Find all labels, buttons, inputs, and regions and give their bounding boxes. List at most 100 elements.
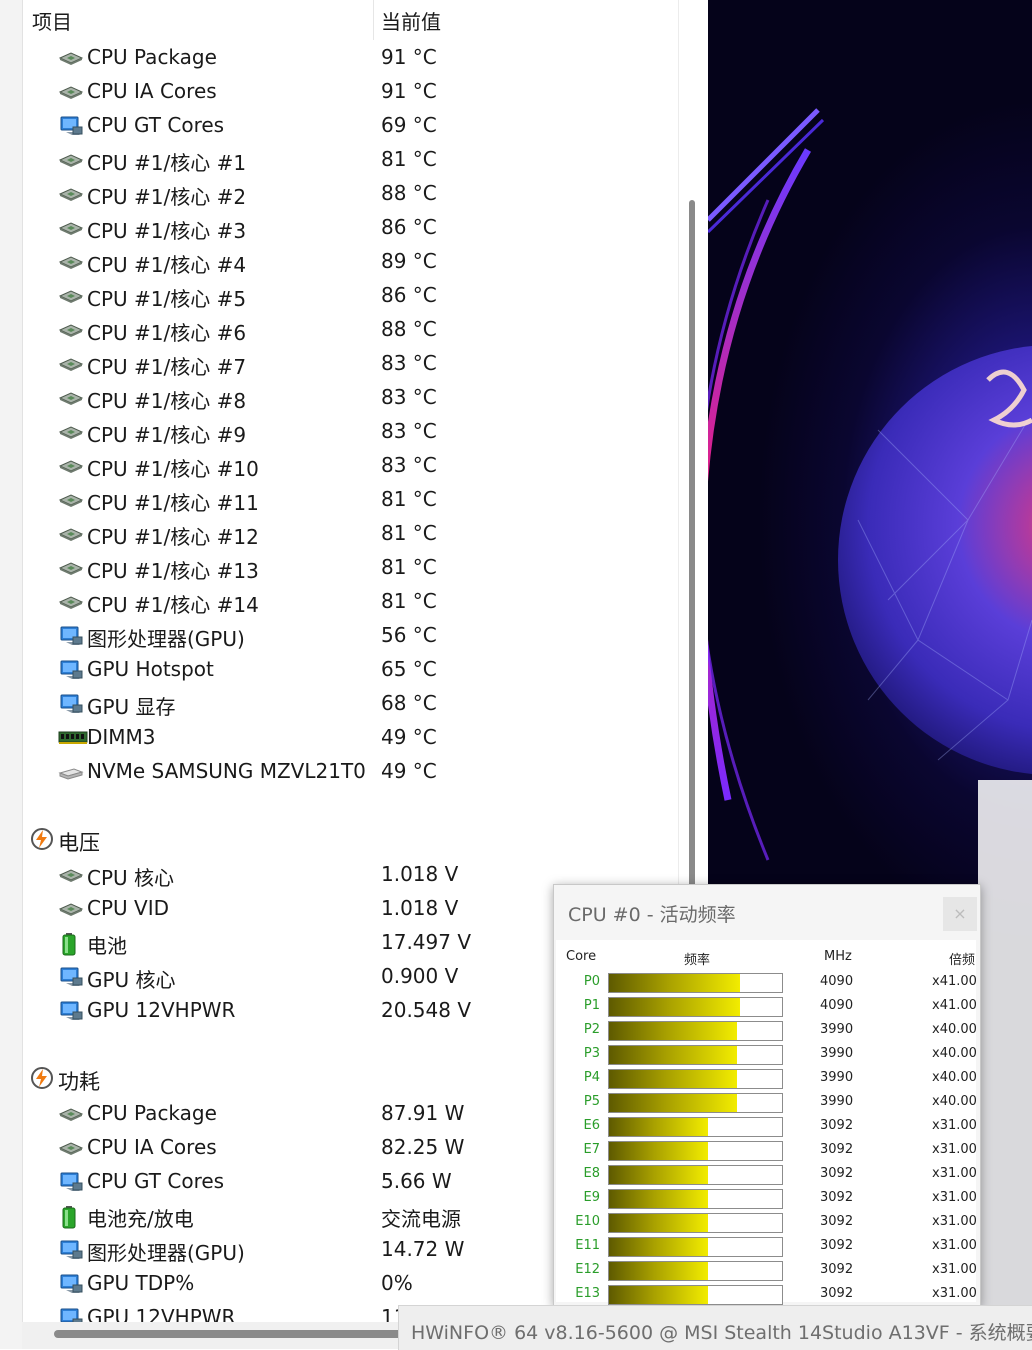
frequency-bar xyxy=(608,997,783,1017)
core-id: P2 xyxy=(583,1022,600,1037)
sensor-row[interactable]: CPU #1/核心 #14 81 °C xyxy=(22,584,678,618)
sensor-value: 20.548 V xyxy=(381,998,472,1022)
sensor-name: 电池 xyxy=(87,934,127,958)
cpu-chip-icon xyxy=(58,864,84,886)
section-header[interactable]: 电压 xyxy=(22,822,678,856)
core-id: P3 xyxy=(583,1046,600,1061)
sensor-row[interactable]: CPU Package 91 °C xyxy=(22,40,678,74)
column-header-value[interactable]: 当前值 xyxy=(381,6,441,35)
core-row: E12 3092 x31.00 xyxy=(556,1259,977,1283)
sensor-row[interactable]: 图形处理器(GPU) 56 °C xyxy=(22,618,678,652)
cpu-chip-icon xyxy=(58,1137,84,1159)
core-id: P4 xyxy=(583,1070,600,1085)
sensor-row[interactable]: NVMe SAMSUNG MZVL21T0 49 °C xyxy=(22,754,678,788)
sensor-name: CPU #1/核心 #7 xyxy=(87,355,247,379)
monitor-icon xyxy=(58,1000,84,1022)
sensor-row[interactable]: CPU #1/核心 #2 88 °C xyxy=(22,176,678,210)
sensor-value: 91 °C xyxy=(381,79,437,103)
sensor-row[interactable]: CPU #1/核心 #12 81 °C xyxy=(22,516,678,550)
sensor-name: CPU Package xyxy=(87,45,217,69)
sensor-name: CPU VID xyxy=(87,896,170,920)
column-header-item[interactable]: 项目 xyxy=(32,6,72,35)
sensor-name: 图形处理器(GPU) xyxy=(87,627,245,651)
core-row: P3 3990 x40.00 xyxy=(556,1043,977,1067)
monitor-icon xyxy=(58,115,84,137)
sensor-value: 17.497 V xyxy=(381,930,472,954)
sensor-row[interactable]: CPU #1/核心 #5 86 °C xyxy=(22,278,678,312)
core-mhz: 3092 xyxy=(820,1286,854,1301)
sensor-row[interactable]: GPU Hotspot 65 °C xyxy=(22,652,678,686)
frequency-bar-fill xyxy=(609,1286,708,1304)
core-multiplier: x31.00 xyxy=(932,1166,977,1181)
frequency-bar-fill xyxy=(609,1214,708,1232)
header-core: Core xyxy=(566,949,597,964)
cpu-chip-icon xyxy=(58,455,84,477)
sensor-name: CPU #1/核心 #8 xyxy=(87,389,247,413)
core-row: P5 3990 x40.00 xyxy=(556,1091,977,1115)
vertical-scrollbar-thumb[interactable] xyxy=(689,200,695,890)
frequency-bar-fill xyxy=(609,1070,737,1088)
sensor-name: CPU 核心 xyxy=(87,866,175,890)
frequency-bar xyxy=(608,1285,783,1305)
tree-gutter xyxy=(0,0,23,1349)
sensor-name: DIMM3 xyxy=(87,725,156,749)
sensor-name: NVMe SAMSUNG MZVL21T0 xyxy=(87,759,366,783)
section-title: 功耗 xyxy=(58,1070,100,1094)
sensor-name: CPU #1/核心 #13 xyxy=(87,559,259,583)
sensor-value: 14.72 W xyxy=(381,1237,465,1261)
cpu-chip-icon xyxy=(58,1103,84,1125)
frequency-bar xyxy=(608,1069,783,1089)
frequency-bar-fill xyxy=(609,1046,737,1064)
frequency-bar xyxy=(608,1189,783,1209)
sensor-value: 0% xyxy=(381,1271,413,1295)
sensor-row[interactable]: CPU #1/核心 #4 89 °C xyxy=(22,244,678,278)
sensor-row[interactable]: CPU #1/核心 #11 81 °C xyxy=(22,482,678,516)
core-mhz: 3990 xyxy=(820,1094,854,1109)
drive-icon xyxy=(58,761,84,783)
monitor-icon xyxy=(58,659,84,681)
core-multiplier: x31.00 xyxy=(932,1286,977,1301)
sensor-value: 交流电源 xyxy=(381,1207,461,1231)
sensor-value: 81 °C xyxy=(381,147,437,171)
sensor-row[interactable]: GPU 显存 68 °C xyxy=(22,686,678,720)
sensor-name: CPU #1/核心 #9 xyxy=(87,423,247,447)
core-id: P5 xyxy=(583,1094,600,1109)
core-id: E7 xyxy=(583,1142,601,1157)
table-header: 项目 当前值 xyxy=(22,0,678,40)
sensor-name: CPU IA Cores xyxy=(87,79,217,103)
sensor-value: 0.900 V xyxy=(381,964,459,988)
horizontal-scrollbar-thumb[interactable] xyxy=(54,1330,414,1338)
cpu-chip-icon xyxy=(58,557,84,579)
sensor-name: CPU #1/核心 #6 xyxy=(87,321,247,345)
cpu-chip-icon xyxy=(58,217,84,239)
sensor-row[interactable]: DIMM3 49 °C xyxy=(22,720,678,754)
cpu-window-title: CPU #0 - 活动频率 xyxy=(568,904,736,926)
sensor-row[interactable]: CPU #1/核心 #1 81 °C xyxy=(22,142,678,176)
sensor-row[interactable]: CPU #1/核心 #3 86 °C xyxy=(22,210,678,244)
frequency-bar-fill xyxy=(609,1142,708,1160)
frequency-bar xyxy=(608,1261,783,1281)
core-multiplier: x41.00 xyxy=(932,998,977,1013)
sensor-row[interactable]: CPU IA Cores 91 °C xyxy=(22,74,678,108)
sensor-row[interactable]: CPU #1/核心 #10 83 °C xyxy=(22,448,678,482)
sensor-name: CPU GT Cores xyxy=(87,1169,225,1193)
cpu-frequency-window[interactable]: CPU #0 - 活动频率 × Core 频率 MHz 倍频 P0 4090 x41… xyxy=(553,884,981,1306)
sensor-row[interactable]: CPU #1/核心 #8 83 °C xyxy=(22,380,678,414)
cpu-chip-icon xyxy=(58,285,84,307)
close-button[interactable]: × xyxy=(943,897,977,931)
cpu-chip-icon xyxy=(58,523,84,545)
core-multiplier: x40.00 xyxy=(932,1046,977,1061)
sensor-row[interactable]: CPU #1/核心 #6 88 °C xyxy=(22,312,678,346)
column-divider[interactable] xyxy=(373,0,374,40)
core-multiplier: x31.00 xyxy=(932,1118,977,1133)
frequency-bar-fill xyxy=(609,1118,708,1136)
sensor-value: 56 °C xyxy=(381,623,437,647)
battery-icon xyxy=(58,932,84,956)
core-row: E6 3092 x31.00 xyxy=(556,1115,977,1139)
sensor-name: 电池充/放电 xyxy=(87,1207,194,1231)
sensor-row[interactable]: CPU GT Cores 69 °C xyxy=(22,108,678,142)
sensor-row[interactable]: CPU #1/核心 #7 83 °C xyxy=(22,346,678,380)
sensor-row[interactable]: CPU #1/核心 #13 81 °C xyxy=(22,550,678,584)
core-multiplier: x41.00 xyxy=(932,974,977,989)
sensor-row[interactable]: CPU #1/核心 #9 83 °C xyxy=(22,414,678,448)
